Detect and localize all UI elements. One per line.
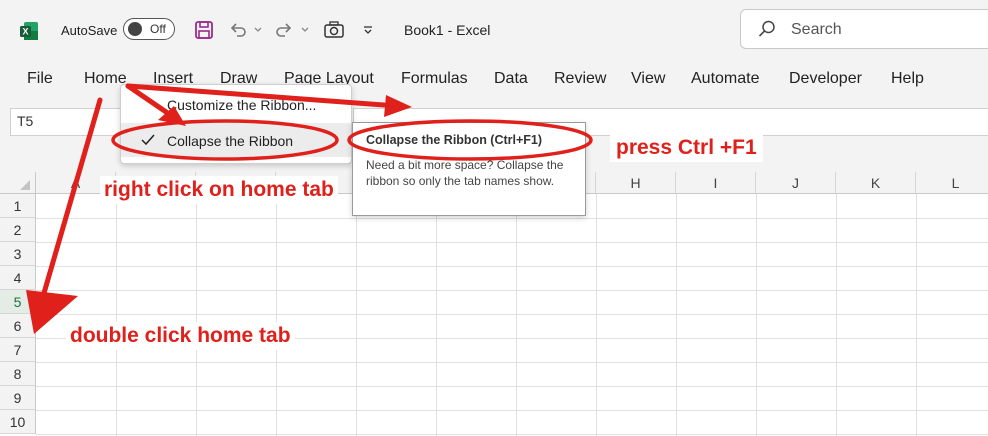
annotation-right-click: right click on home tab bbox=[100, 176, 338, 204]
annotation-press-ctrl-f1: press Ctrl +F1 bbox=[610, 134, 763, 162]
annotation-arrows bbox=[26, 83, 593, 334]
annotation-double-click: double click home tab bbox=[66, 322, 295, 350]
ellipse-tooltip-title bbox=[347, 119, 593, 161]
arrow-to-tooltip bbox=[125, 83, 387, 108]
arrowhead-tooltip bbox=[384, 95, 412, 117]
ellipse-collapse-menu-item bbox=[111, 119, 339, 161]
arrow-to-sheet bbox=[39, 97, 103, 303]
